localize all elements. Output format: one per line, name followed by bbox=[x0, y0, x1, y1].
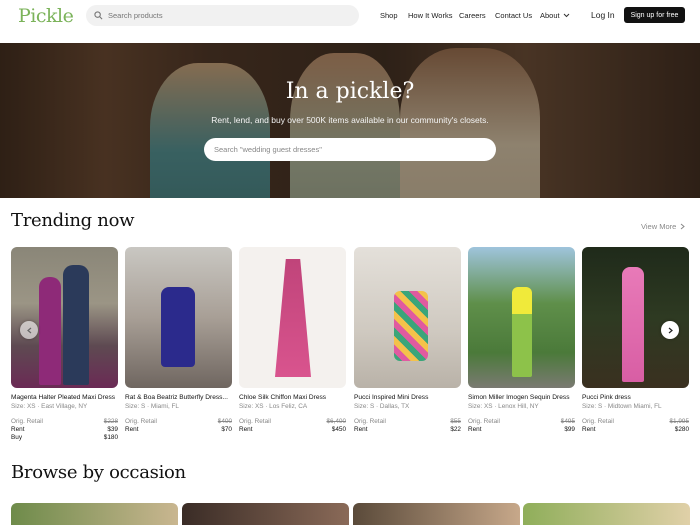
product-card[interactable]: Pucci Inspired Mini Dress Size: S · Dall… bbox=[354, 247, 461, 433]
hero-subtitle: Rent, lend, and buy over 500K items avai… bbox=[211, 115, 489, 125]
rent-price: $39 bbox=[107, 426, 118, 433]
chevron-left-icon bbox=[26, 327, 31, 333]
logo[interactable]: Pickle bbox=[18, 5, 74, 27]
product-size: Size: S · Midtown Miami, FL bbox=[582, 403, 662, 410]
buy-label: Buy bbox=[11, 434, 23, 441]
login-link[interactable]: Log In bbox=[591, 10, 615, 20]
occasion-card[interactable] bbox=[353, 503, 520, 525]
rent-price: $70 bbox=[221, 426, 232, 433]
product-image[interactable] bbox=[582, 247, 689, 388]
orig-retail-label: Orig. Retail bbox=[468, 418, 500, 425]
carousel-next-button[interactable] bbox=[661, 321, 679, 339]
rent-label: Rent bbox=[239, 426, 253, 433]
product-size: Size: S · Miami, FL bbox=[125, 403, 179, 410]
chevron-right-icon bbox=[680, 223, 686, 230]
buy-price: $180 bbox=[103, 434, 118, 441]
product-name[interactable]: Pucci Pink dress bbox=[582, 394, 689, 401]
orig-retail-label: Orig. Retail bbox=[125, 418, 157, 425]
product-size: Size: XS · Lenox Hill, NY bbox=[468, 403, 539, 410]
product-name[interactable]: Pucci Inspired Mini Dress bbox=[354, 394, 461, 401]
nav-shop[interactable]: Shop bbox=[380, 11, 398, 20]
product-image[interactable] bbox=[239, 247, 346, 388]
product-name[interactable]: Rat & Boa Beatriz Butterfly Dress... bbox=[125, 394, 232, 401]
carousel-prev-button[interactable] bbox=[20, 321, 38, 339]
orig-retail-price: $228 bbox=[103, 418, 118, 425]
site-header: Pickle Shop How It Works Careers Contact… bbox=[0, 0, 700, 43]
product-size: Size: XS · East Village, NY bbox=[11, 403, 88, 410]
product-image[interactable] bbox=[125, 247, 232, 388]
nav-about-label: About bbox=[540, 11, 560, 20]
trending-title: Trending now bbox=[11, 210, 135, 231]
occasion-card[interactable] bbox=[182, 503, 349, 525]
hero-title: In a pickle? bbox=[285, 79, 415, 104]
hero-banner: In a pickle? Rent, lend, and buy over 50… bbox=[0, 43, 700, 198]
orig-retail-label: Orig. Retail bbox=[354, 418, 386, 425]
orig-retail-label: Orig. Retail bbox=[239, 418, 271, 425]
rent-label: Rent bbox=[11, 426, 25, 433]
orig-retail-price: $1,995 bbox=[669, 418, 689, 425]
orig-retail-price: $495 bbox=[560, 418, 575, 425]
search-input[interactable] bbox=[108, 11, 348, 20]
signup-button[interactable]: Sign up for free bbox=[624, 7, 685, 23]
product-size: Size: S · Dallas, TX bbox=[354, 403, 410, 410]
product-card[interactable]: Pucci Pink dress Size: S · Midtown Miami… bbox=[582, 247, 689, 433]
rent-label: Rent bbox=[582, 426, 596, 433]
view-more-label: View More bbox=[641, 222, 677, 231]
nav-how-it-works[interactable]: How It Works bbox=[408, 11, 452, 20]
rent-price: $99 bbox=[564, 426, 575, 433]
hero-search-input[interactable]: Search "wedding guest dresses" bbox=[204, 138, 496, 161]
nav-about[interactable]: About bbox=[540, 11, 570, 20]
product-name[interactable]: Chloe Silk Chiffon Maxi Dress bbox=[239, 394, 346, 401]
product-card[interactable]: Simon Miller Imogen Sequin Dress Size: X… bbox=[468, 247, 575, 433]
product-name[interactable]: Magenta Halter Pleated Maxi Dress bbox=[11, 394, 118, 401]
occasion-card[interactable] bbox=[11, 503, 178, 525]
product-card[interactable]: Magenta Halter Pleated Maxi Dress Size: … bbox=[11, 247, 118, 441]
rent-price: $280 bbox=[674, 426, 689, 433]
orig-retail-label: Orig. Retail bbox=[582, 418, 614, 425]
orig-retail-price: $6,400 bbox=[326, 418, 346, 425]
browse-title: Browse by occasion bbox=[11, 462, 186, 483]
nav-contact-us[interactable]: Contact Us bbox=[495, 11, 532, 20]
product-name[interactable]: Simon Miller Imogen Sequin Dress bbox=[468, 394, 575, 401]
orig-retail-price: $55 bbox=[450, 418, 461, 425]
product-image[interactable] bbox=[354, 247, 461, 388]
search-bar[interactable] bbox=[86, 5, 359, 26]
rent-price: $22 bbox=[450, 426, 461, 433]
nav-careers[interactable]: Careers bbox=[459, 11, 486, 20]
product-size: Size: XS · Los Feliz, CA bbox=[239, 403, 308, 410]
orig-retail-price: $400 bbox=[217, 418, 232, 425]
orig-retail-label: Orig. Retail bbox=[11, 418, 43, 425]
rent-label: Rent bbox=[125, 426, 139, 433]
product-image[interactable] bbox=[468, 247, 575, 388]
occasion-card[interactable] bbox=[523, 503, 690, 525]
trending-carousel: Magenta Halter Pleated Maxi Dress Size: … bbox=[11, 247, 700, 447]
rent-label: Rent bbox=[468, 426, 482, 433]
product-image[interactable] bbox=[11, 247, 118, 388]
product-card[interactable]: Chloe Silk Chiffon Maxi Dress Size: XS ·… bbox=[239, 247, 346, 433]
rent-label: Rent bbox=[354, 426, 368, 433]
search-icon bbox=[94, 11, 103, 20]
view-more-link[interactable]: View More bbox=[641, 222, 686, 231]
chevron-right-icon bbox=[668, 327, 673, 333]
rent-price: $450 bbox=[331, 426, 346, 433]
chevron-down-icon bbox=[563, 13, 569, 18]
product-card[interactable]: Rat & Boa Beatriz Butterfly Dress... Siz… bbox=[125, 247, 232, 433]
